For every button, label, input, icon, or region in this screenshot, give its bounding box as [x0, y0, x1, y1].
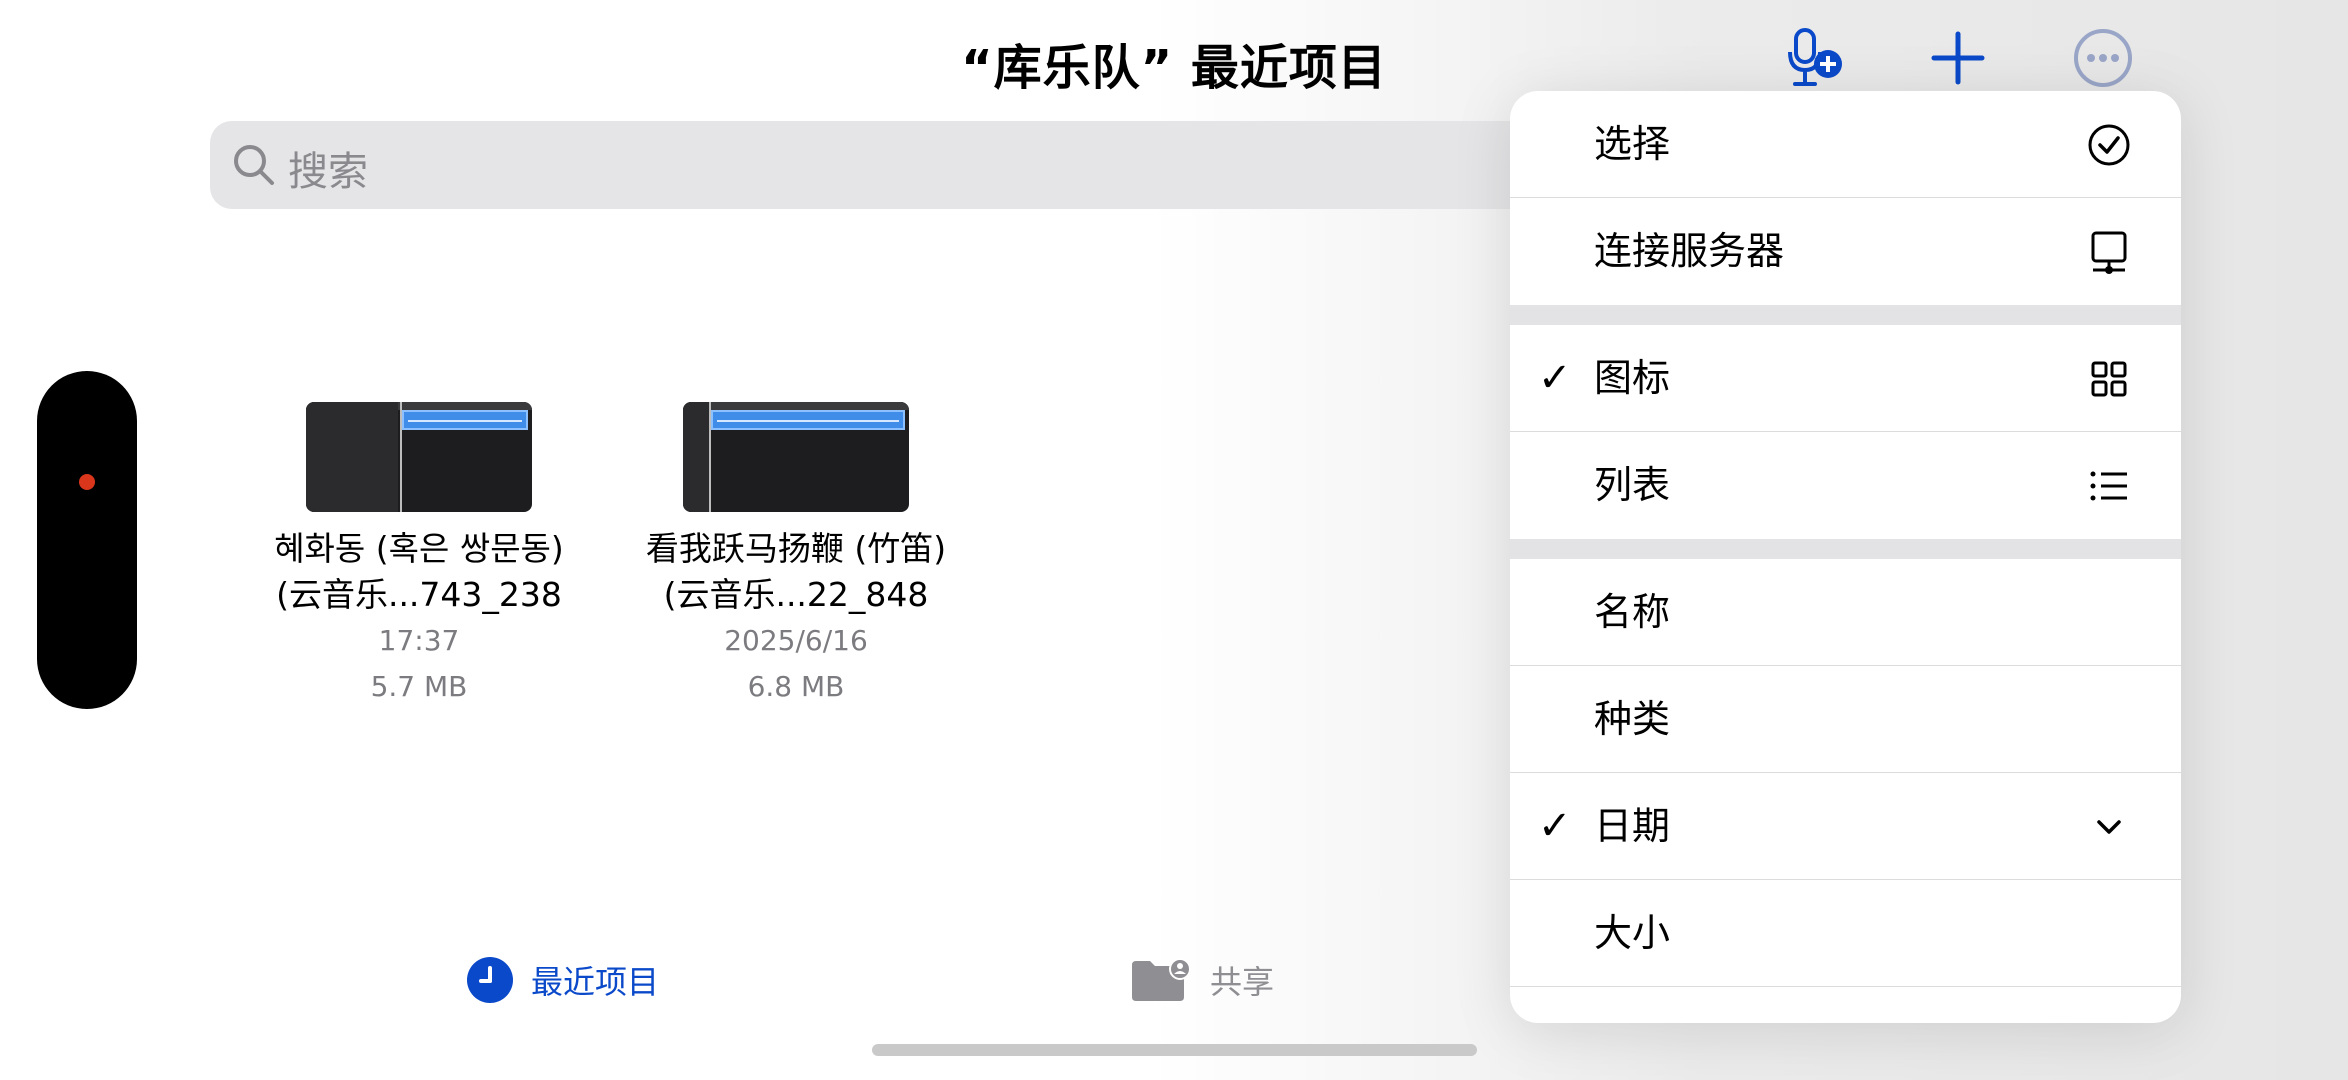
tab-recent[interactable]: 最近项目: [467, 955, 659, 1005]
recording-indicator-pill[interactable]: [37, 371, 137, 709]
options-menu: 选择 连接服务器 ✓ 图标 列表 名称 种类 ✓ 日期 大小: [1510, 91, 2181, 1023]
project-thumbnail: [683, 402, 909, 512]
file-name: 혜화동 (혹은 쌍문동) (云音乐...743_238: [274, 529, 564, 614]
file-name: 看我跃马扬鞭 (竹笛) (云音乐...22_848: [645, 529, 947, 614]
tab-recent-label: 最近项目: [531, 963, 660, 1001]
menu-item-sort-size[interactable]: 大小: [1510, 880, 2181, 987]
shared-folder-icon: [1132, 958, 1191, 1001]
grid-icon: [2091, 361, 2127, 397]
tab-shared[interactable]: 共享: [1130, 955, 1274, 1005]
plus-icon[interactable]: [1926, 26, 1990, 90]
page-title: “库乐队” 最近项目: [961, 40, 1387, 96]
record-dot-icon: [79, 474, 95, 490]
mic-plus-icon[interactable]: [1782, 26, 1846, 90]
menu-item-select[interactable]: 选择: [1510, 91, 2181, 198]
menu-item-connect-server[interactable]: 连接服务器: [1510, 198, 2181, 305]
file-size: 5.7 MB: [370, 670, 468, 703]
file-date: 2025/6/16: [724, 624, 868, 657]
menu-item-sort-kind[interactable]: 种类: [1510, 666, 2181, 773]
menu-separator: [1510, 305, 2181, 325]
chevron-down-icon: [2097, 820, 2121, 834]
home-indicator[interactable]: [872, 1044, 1477, 1056]
checkmark-circle-icon: [2088, 124, 2130, 166]
menu-item-sort-date[interactable]: ✓ 日期: [1510, 773, 2181, 880]
menu-item-icons[interactable]: ✓ 图标: [1510, 325, 2181, 432]
tab-shared-label: 共享: [1210, 963, 1275, 1001]
menu-separator: [1510, 539, 2181, 559]
file-date: 17:37: [378, 624, 460, 657]
project-thumbnail: [306, 402, 532, 512]
menu-item-sort-name[interactable]: 名称: [1510, 559, 2181, 666]
file-item[interactable]: 혜화동 (혹은 쌍문동) (云音乐...743_238 17:37 5.7 MB: [239, 402, 599, 710]
menu-item-list[interactable]: 列表: [1510, 432, 2181, 539]
clock-icon: [467, 957, 513, 1003]
more-icon[interactable]: [2071, 26, 2135, 90]
list-icon: [2090, 471, 2127, 501]
search-placeholder: 搜索: [288, 149, 368, 195]
server-display-icon: [2091, 231, 2127, 274]
search-icon: [234, 145, 274, 185]
file-item[interactable]: 看我跃马扬鞭 (竹笛) (云音乐...22_848 2025/6/16 6.8 …: [616, 402, 976, 710]
file-size: 6.8 MB: [747, 670, 845, 703]
checkmark-icon: ✓: [1538, 803, 1572, 849]
checkmark-icon: ✓: [1538, 355, 1572, 401]
